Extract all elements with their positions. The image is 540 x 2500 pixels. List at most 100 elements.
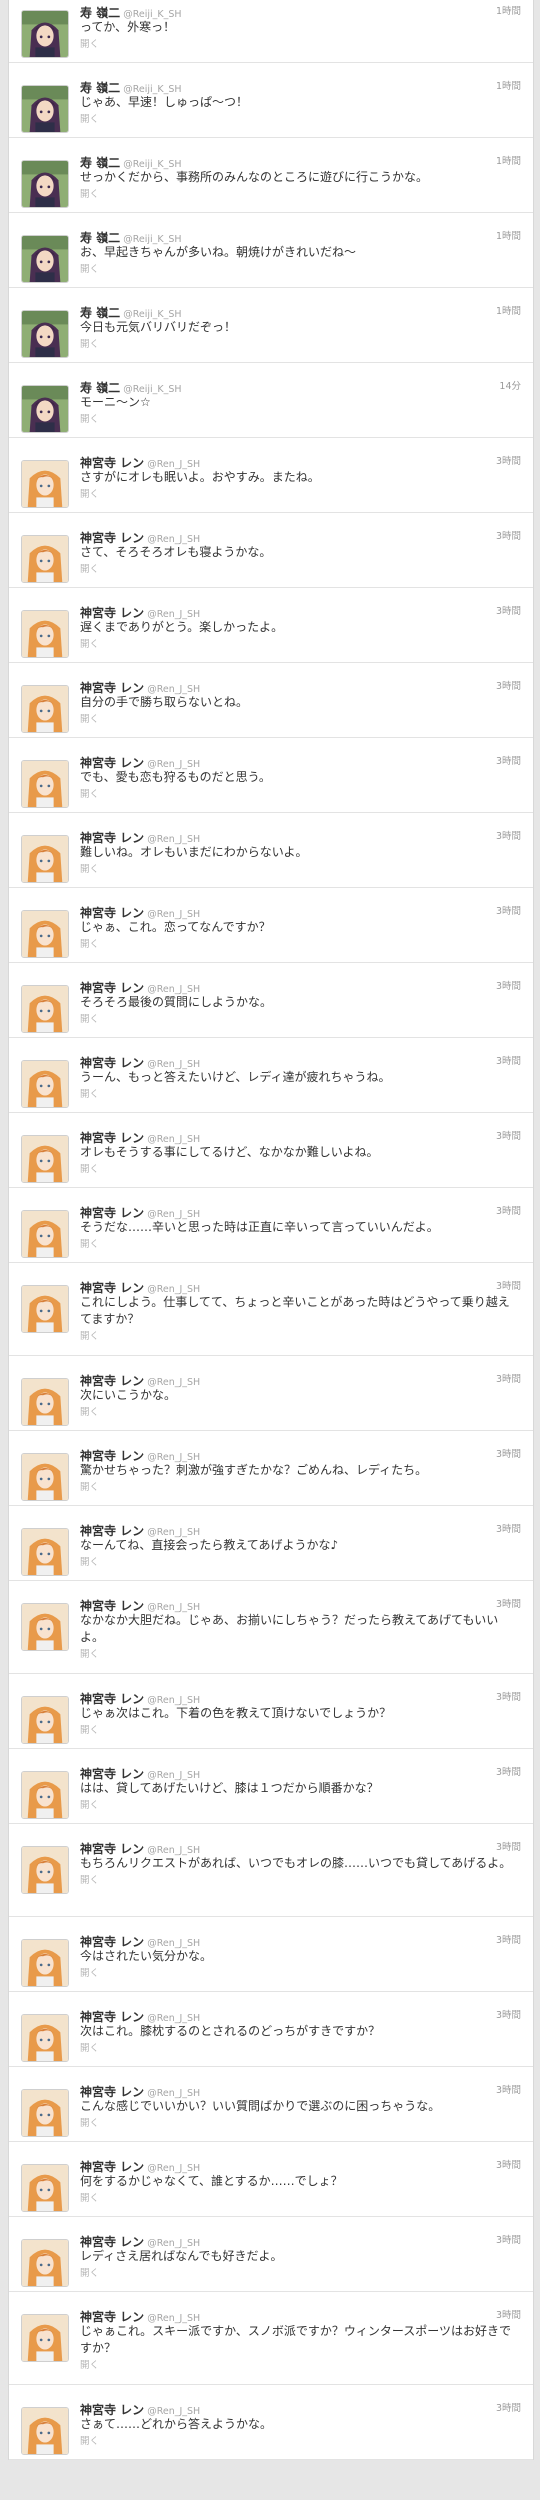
avatar[interactable] <box>21 760 69 808</box>
open-link[interactable]: 開く <box>80 38 521 51</box>
open-link[interactable]: 開く <box>80 1724 521 1737</box>
avatar[interactable] <box>21 1528 69 1576</box>
avatar[interactable] <box>21 535 69 583</box>
tweet[interactable]: 寿 嶺二 @Reiji_K_SH 1時間 ってか、外寒っ！ 開く <box>9 0 533 63</box>
open-link[interactable]: 開く <box>80 788 521 801</box>
user-name[interactable]: 神宮寺 レン <box>80 756 144 770</box>
avatar[interactable] <box>21 835 69 883</box>
open-link[interactable]: 開く <box>80 1967 521 1980</box>
avatar[interactable] <box>21 1285 69 1333</box>
open-link[interactable]: 開く <box>80 113 521 126</box>
timestamp[interactable]: 1時間 <box>496 303 521 317</box>
timestamp[interactable]: 3時間 <box>496 678 521 692</box>
tweet[interactable]: 神宮寺 レン @Ren_J_SH 3時間 なかなか大胆だね。じゃあ、お揃いにしちゃう？… <box>9 1581 533 1674</box>
timestamp[interactable]: 3時間 <box>496 1764 521 1778</box>
user-name[interactable]: 神宮寺 レン <box>80 2010 144 2024</box>
timestamp[interactable]: 3時間 <box>496 1278 521 1292</box>
timestamp[interactable]: 3時間 <box>496 528 521 542</box>
avatar[interactable] <box>21 1603 69 1651</box>
timestamp[interactable]: 3時間 <box>496 603 521 617</box>
timestamp[interactable]: 3時間 <box>496 2157 521 2171</box>
avatar[interactable] <box>21 2407 69 2455</box>
avatar[interactable] <box>21 1210 69 1258</box>
open-link[interactable]: 開く <box>80 2042 521 2055</box>
user-name[interactable]: 神宮寺 レン <box>80 1524 144 1538</box>
user-name[interactable]: 寿 嶺二 <box>80 81 120 95</box>
timestamp[interactable]: 3時間 <box>496 828 521 842</box>
timestamp[interactable]: 3時間 <box>496 1053 521 1067</box>
tweet[interactable]: 神宮寺 レン @Ren_J_SH 3時間 レディさえ居ればなんでも好きだよ。 開く <box>9 2217 533 2292</box>
open-link[interactable]: 開く <box>80 713 521 726</box>
user-name[interactable]: 神宮寺 レン <box>80 2085 144 2099</box>
avatar[interactable] <box>21 310 69 358</box>
timestamp[interactable]: 3時間 <box>496 1689 521 1703</box>
user-name[interactable]: 神宮寺 レン <box>80 1056 144 1070</box>
timestamp[interactable]: 3時間 <box>496 1932 521 1946</box>
user-name[interactable]: 神宮寺 レン <box>80 2310 144 2324</box>
timestamp[interactable]: 3時間 <box>496 453 521 467</box>
user-name[interactable]: 寿 嶺二 <box>80 381 120 395</box>
timestamp[interactable]: 3時間 <box>496 2400 521 2414</box>
user-name[interactable]: 神宮寺 レン <box>80 531 144 545</box>
avatar[interactable] <box>21 235 69 283</box>
tweet[interactable]: 神宮寺 レン @Ren_J_SH 3時間 次はこれ。膝枕するのとされるのどっちがすきで… <box>9 1992 533 2067</box>
user-name[interactable]: 神宮寺 レン <box>80 1599 144 1613</box>
tweet[interactable]: 神宮寺 レン @Ren_J_SH 3時間 なーんてね、直接会ったら教えてあげようかな♪… <box>9 1506 533 1581</box>
user-name[interactable]: 神宮寺 レン <box>80 1935 144 1949</box>
open-link[interactable]: 開く <box>80 1088 521 1101</box>
open-link[interactable]: 開く <box>80 938 521 951</box>
user-name[interactable]: 神宮寺 レン <box>80 2403 144 2417</box>
tweet[interactable]: 神宮寺 レン @Ren_J_SH 3時間 何をするかじゃなくて、誰とするか……でしょ？… <box>9 2142 533 2217</box>
user-name[interactable]: 神宮寺 レン <box>80 1449 144 1463</box>
timestamp[interactable]: 14分 <box>499 378 521 392</box>
avatar[interactable] <box>21 2089 69 2137</box>
open-link[interactable]: 開く <box>80 188 521 201</box>
timestamp[interactable]: 3時間 <box>496 1839 521 1853</box>
user-name[interactable]: 神宮寺 レン <box>80 681 144 695</box>
avatar[interactable] <box>21 910 69 958</box>
tweet[interactable]: 神宮寺 レン @Ren_J_SH 3時間 自分の手で勝ち取らないとね。 開く <box>9 663 533 738</box>
avatar[interactable] <box>21 160 69 208</box>
user-name[interactable]: 寿 嶺二 <box>80 306 120 320</box>
tweet[interactable]: 寿 嶺二 @Reiji_K_SH 14分 モーニ〜ン☆ 開く <box>9 363 533 438</box>
tweet[interactable]: 神宮寺 レン @Ren_J_SH 3時間 遅くまでありがとう。楽しかったよ。 開く <box>9 588 533 663</box>
open-link[interactable]: 開く <box>80 1163 521 1176</box>
avatar[interactable] <box>21 1939 69 1987</box>
tweet[interactable]: 神宮寺 レン @Ren_J_SH 3時間 さて、そろそろオレも寝ようかな。 開く <box>9 513 533 588</box>
avatar[interactable] <box>21 2164 69 2212</box>
tweet[interactable]: 神宮寺 レン @Ren_J_SH 3時間 オレもそうする事にしてるけど、なかなか難しい… <box>9 1113 533 1188</box>
tweet[interactable]: 神宮寺 レン @Ren_J_SH 3時間 難しいね。オレもいまだにわからないよ。 開く <box>9 813 533 888</box>
open-link[interactable]: 開く <box>80 2359 521 2372</box>
avatar[interactable] <box>21 1135 69 1183</box>
timestamp[interactable]: 3時間 <box>496 903 521 917</box>
avatar[interactable] <box>21 385 69 433</box>
avatar[interactable] <box>21 1453 69 1501</box>
avatar[interactable] <box>21 1696 69 1744</box>
tweet[interactable]: 寿 嶺二 @Reiji_K_SH 1時間 今日も元気バリバリだぞっ！ 開く <box>9 288 533 363</box>
avatar[interactable] <box>21 2239 69 2287</box>
open-link[interactable]: 開く <box>80 1013 521 1026</box>
tweet[interactable]: 神宮寺 レン @Ren_J_SH 3時間 もちろんリクエストがあれば、いつでもオレの膝… <box>9 1824 533 1917</box>
open-link[interactable]: 開く <box>80 2267 521 2280</box>
avatar[interactable] <box>21 85 69 133</box>
avatar[interactable] <box>21 685 69 733</box>
user-name[interactable]: 神宮寺 レン <box>80 2235 144 2249</box>
user-name[interactable]: 神宮寺 レン <box>80 1131 144 1145</box>
tweet[interactable]: 神宮寺 レン @Ren_J_SH 3時間 そろそろ最後の質問にしようかな。 開く <box>9 963 533 1038</box>
user-name[interactable]: 神宮寺 レン <box>80 1281 144 1295</box>
timestamp[interactable]: 3時間 <box>496 2082 521 2096</box>
user-name[interactable]: 神宮寺 レン <box>80 981 144 995</box>
tweet[interactable]: 神宮寺 レン @Ren_J_SH 3時間 さすがにオレも眠いよ。おやすみ。またね。 開く <box>9 438 533 513</box>
timestamp[interactable]: 3時間 <box>496 978 521 992</box>
open-link[interactable]: 開く <box>80 563 521 576</box>
timestamp[interactable]: 3時間 <box>496 2232 521 2246</box>
tweet[interactable]: 神宮寺 レン @Ren_J_SH 3時間 じゃぁ次はこれ。下着の色を教えて頂けないでし… <box>9 1674 533 1749</box>
open-link[interactable]: 開く <box>80 1238 521 1251</box>
user-name[interactable]: 神宮寺 レン <box>80 906 144 920</box>
avatar[interactable] <box>21 2014 69 2062</box>
timestamp[interactable]: 1時間 <box>496 228 521 242</box>
avatar[interactable] <box>21 10 69 58</box>
open-link[interactable]: 開く <box>80 1406 521 1419</box>
user-name[interactable]: 寿 嶺二 <box>80 156 120 170</box>
user-name[interactable]: 神宮寺 レン <box>80 606 144 620</box>
